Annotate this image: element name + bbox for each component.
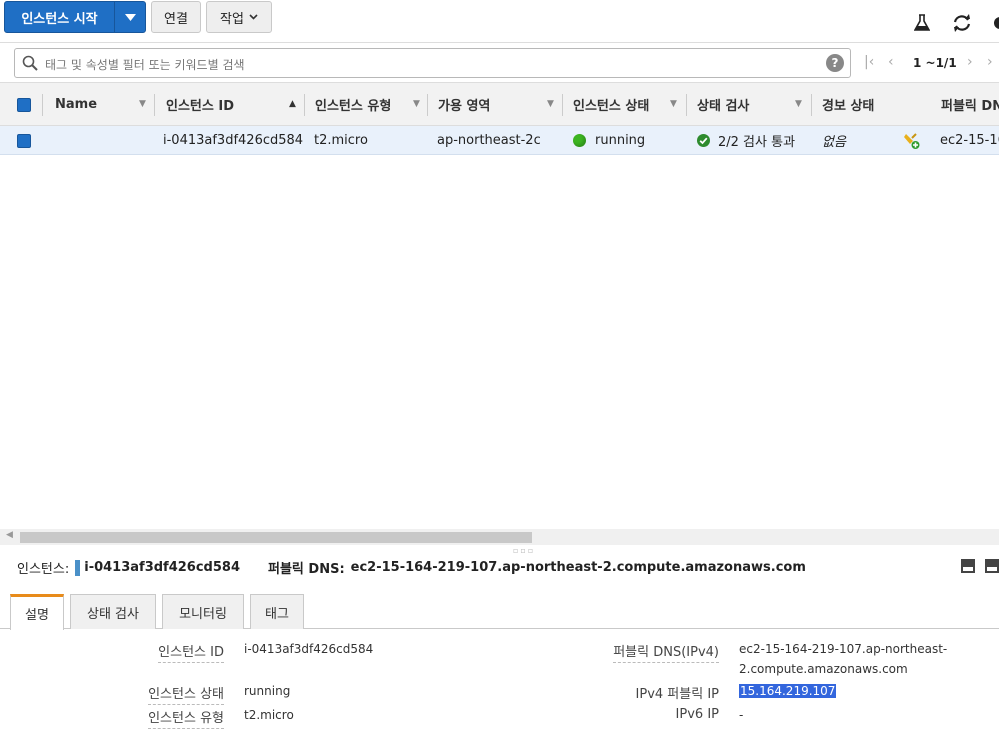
sort-asc-icon: ▲ (289, 99, 296, 109)
select-all-checkbox[interactable] (17, 83, 31, 126)
tab-status-checks-label: 상태 검사 (87, 606, 139, 622)
first-page-icon[interactable]: |‹ (864, 54, 874, 70)
launch-instance-label: 인스턴스 시작 (5, 2, 115, 32)
actions-button[interactable]: 작업 (206, 1, 272, 33)
column-availability-zone[interactable]: 가용 영역 ▼ (427, 83, 562, 126)
actions-label: 작업 (220, 11, 244, 27)
column-status-checks[interactable]: 상태 검사 ▼ (686, 83, 811, 126)
gear-icon[interactable] (990, 12, 999, 34)
column-az-label: 가용 영역 (438, 99, 491, 114)
details-dns-label: 퍼블릭 DNS: (268, 562, 345, 577)
search-icon (22, 55, 38, 75)
sort-icon: ▼ (670, 99, 677, 109)
details-tabs: 설명 상태 검사 모니터링 태그 (0, 594, 999, 630)
value-ipv6-ip: - (739, 708, 744, 722)
launch-instance-button[interactable]: 인스턴스 시작 (4, 1, 146, 33)
value-instance-state: running (244, 684, 291, 698)
row-checks-label: 2/2 검사 통과 (718, 135, 796, 150)
value-instance-id: i-0413af3df426cd584 (244, 642, 374, 656)
details-dns-value: ec2-15-164-219-107.ap-northeast-2.comput… (350, 560, 806, 575)
launch-dropdown-icon[interactable] (115, 2, 145, 32)
column-instance-id[interactable]: 인스턴스 ID ▲ (154, 83, 303, 126)
search-input[interactable]: 태그 및 속성별 필터 또는 키워드별 검색 ? (14, 48, 851, 78)
column-instance-type-label: 인스턴스 유형 (315, 99, 392, 114)
column-name[interactable]: Name ▼ (42, 83, 153, 126)
sort-icon: ▼ (413, 99, 420, 109)
row-public-dns: ec2-15-16 (940, 133, 999, 148)
label-instance-state: 인스턴스 상태 (148, 683, 224, 705)
instance-marker (75, 559, 81, 576)
column-alarm-label: 경보 상태 (822, 99, 875, 114)
row-state-label: running (595, 133, 646, 148)
column-instance-state[interactable]: 인스턴스 상태 ▼ (562, 83, 686, 126)
scrollbar-thumb[interactable] (20, 532, 532, 543)
value-public-dns-line2: 2.compute.amazonaws.com (739, 662, 908, 676)
connect-button[interactable]: 연결 (151, 1, 201, 33)
last-page-icon[interactable]: › (987, 54, 993, 70)
running-status-icon (573, 134, 586, 147)
column-instance-id-label: 인스턴스 ID (166, 99, 234, 114)
row-alarm-status: 없음 (822, 135, 846, 150)
page-range: 1 ~1/1 (913, 56, 957, 70)
scroll-left-icon[interactable]: ◀ (6, 530, 13, 540)
value-public-dns-line1: ec2-15-164-219-107.ap-northeast- (739, 642, 948, 656)
tab-tags-label: 태그 (265, 606, 289, 622)
row-instance-id: i-0413af3df426cd584 (163, 133, 304, 148)
row-status-checks: 2/2 검사 통과 (697, 126, 795, 155)
tab-monitoring-label: 모니터링 (179, 606, 227, 622)
sort-icon: ▼ (139, 99, 146, 109)
label-ipv6-ip: IPv6 IP (675, 707, 719, 722)
details-instance-id: i-0413af3df426cd584 (84, 560, 240, 575)
details-instance-label: 인스턴스: (17, 562, 70, 577)
add-alarm-icon[interactable] (903, 126, 921, 155)
next-page-icon[interactable]: › (967, 54, 973, 70)
check-circle-icon (697, 134, 710, 147)
column-name-label: Name (55, 97, 98, 112)
toolbar: 인스턴스 시작 연결 작업 (0, 0, 999, 42)
prev-page-icon[interactable]: ‹ (888, 54, 894, 70)
horizontal-scrollbar[interactable]: ◀ (0, 529, 999, 545)
label-instance-id: 인스턴스 ID (158, 641, 224, 663)
value-ipv4-public-ip[interactable]: 15.164.219.107 (739, 681, 837, 701)
table-header: Name ▼ 인스턴스 ID ▲ 인스턴스 유형 ▼ 가용 영역 ▼ 인스턴스 … (0, 83, 999, 126)
label-instance-type: 인스턴스 유형 (148, 707, 224, 729)
sort-icon: ▼ (795, 99, 802, 109)
ipv4-selected-text: 15.164.219.107 (739, 684, 837, 698)
minimize-panel-icon[interactable] (961, 559, 975, 573)
column-instance-type[interactable]: 인스턴스 유형 ▼ (304, 83, 427, 126)
label-ipv4-public-ip: IPv4 퍼블릭 IP (635, 687, 719, 702)
column-state-label: 인스턴스 상태 (573, 99, 650, 114)
tab-description-label: 설명 (25, 608, 49, 623)
details-header: 인스턴스: i-0413af3df426cd584 퍼블릭 DNS: ec2-1… (17, 558, 806, 577)
flask-icon[interactable] (911, 12, 933, 34)
label-public-dns: 퍼블릭 DNS(IPv4) (613, 641, 719, 663)
search-placeholder: 태그 및 속성별 필터 또는 키워드별 검색 (45, 58, 245, 72)
column-checks-label: 상태 검사 (697, 99, 750, 114)
help-icon[interactable]: ? (826, 54, 844, 72)
filter-bar: 태그 및 속성별 필터 또는 키워드별 검색 ? |‹ ‹ 1 ~1/1 › › (0, 42, 999, 83)
sort-icon: ▼ (547, 99, 554, 109)
tab-monitoring[interactable]: 모니터링 (162, 594, 244, 629)
row-checkbox[interactable] (17, 126, 31, 155)
chevron-down-icon (249, 14, 258, 20)
connect-label: 연결 (164, 11, 188, 27)
row-instance-state: running (573, 126, 645, 155)
row-instance-type: t2.micro (314, 133, 368, 148)
tab-description[interactable]: 설명 (10, 594, 64, 630)
tab-status-checks[interactable]: 상태 검사 (70, 594, 156, 629)
panel-resize-handle[interactable]: ▫▫▫ (513, 546, 535, 555)
value-instance-type: t2.micro (244, 708, 294, 722)
row-availability-zone: ap-northeast-2c (437, 133, 541, 148)
maximize-panel-icon[interactable] (985, 559, 999, 573)
column-alarm-status[interactable]: 경보 상태 (811, 83, 928, 126)
column-public-dns-label: 퍼블릭 DN (941, 99, 999, 114)
column-public-dns[interactable]: 퍼블릭 DN (930, 83, 999, 126)
table-row[interactable]: i-0413af3df426cd584 t2.micro ap-northeas… (0, 126, 999, 155)
refresh-icon[interactable] (951, 12, 973, 34)
tab-tags[interactable]: 태그 (250, 594, 304, 629)
